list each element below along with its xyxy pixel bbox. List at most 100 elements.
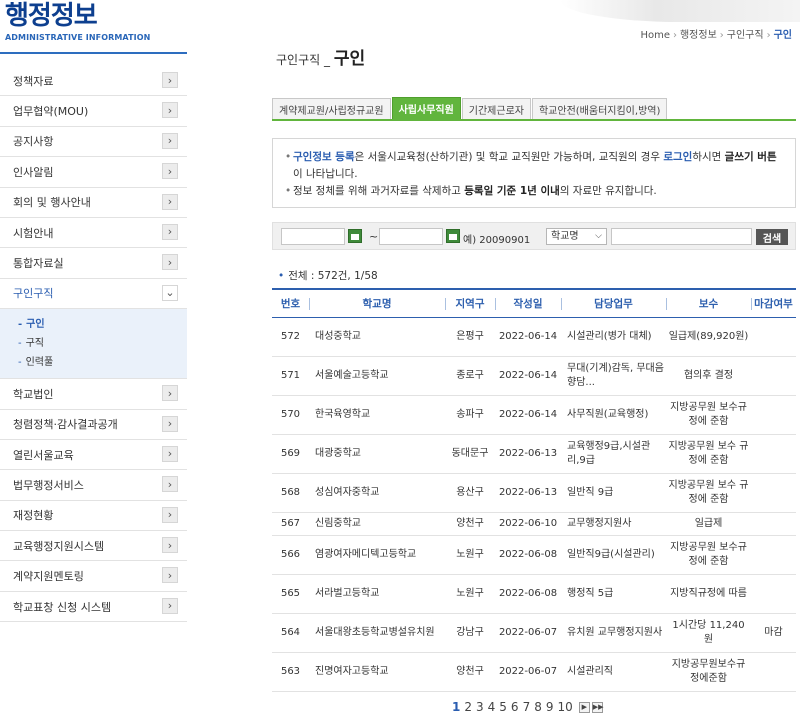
table-row[interactable]: 563 진명여자고등학교 양천구 2022-06-07 시설관리직 지방공무원보… <box>272 652 796 692</box>
sidebar-item[interactable]: 교육행정지원시스템 › <box>0 531 187 562</box>
sidebar-item[interactable]: 회의 및 행사안내 › <box>0 188 187 218</box>
tab-school-safety[interactable]: 학교안전(배움터지킴이,방역) <box>531 98 668 119</box>
cell-school-link[interactable]: 대성중학교 <box>309 317 445 357</box>
sidebar-item[interactable]: 공지사항 › <box>0 127 187 158</box>
search-button[interactable]: 검색 <box>756 229 788 245</box>
chevron-right-icon: › <box>162 254 178 271</box>
sidebar-item-label: 학교법인 <box>13 387 54 401</box>
sidebar-item[interactable]: 청렴정책·감사결과공개 › <box>0 410 187 440</box>
info-text-bold: 글쓰기 버튼 <box>724 151 777 163</box>
cell-school-link[interactable]: 대광중학교 <box>309 434 445 474</box>
table-row[interactable]: 564 서울대왕초등학교병설유치원 강남구 2022-06-07 유치원 교무행… <box>272 613 796 653</box>
calendar-icon[interactable] <box>446 229 460 243</box>
table-row[interactable]: 569 대광중학교 동대문구 2022-06-13 교육행정9급,시설관리,9급… <box>272 434 796 474</box>
table-row[interactable]: 566 염광여자메디텍고등학교 노원구 2022-06-08 일반직9급(시설관… <box>272 535 796 575</box>
chevron-right-icon: › <box>162 415 178 432</box>
bullet-icon: • <box>278 270 285 282</box>
cell-date: 2022-06-10 <box>495 512 561 536</box>
date-range-separator: ~ <box>369 230 379 243</box>
sidebar-item[interactable]: 법무행정서비스 › <box>0 470 187 501</box>
search-input[interactable] <box>611 228 752 245</box>
cell-school-link[interactable]: 서울예술고등학교 <box>309 356 445 396</box>
table-row[interactable]: 571 서울예술고등학교 종로구 2022-06-14 무대(기계)감독, 무대… <box>272 356 796 396</box>
end-date-input[interactable] <box>379 228 443 245</box>
page-link[interactable]: 5 <box>499 700 507 714</box>
cell-school-link[interactable]: 서라벌고등학교 <box>309 574 445 614</box>
info-login-link[interactable]: 로그인 <box>663 151 692 163</box>
cell-number: 566 <box>272 535 309 575</box>
page-title: 구인구직 _ 구인 <box>276 44 365 69</box>
sidebar-item[interactable]: 열린서울교육 › <box>0 440 187 471</box>
cell-school-link[interactable]: 염광여자메디텍고등학교 <box>309 535 445 575</box>
sidebar-item[interactable]: 통합자료실 › <box>0 248 187 279</box>
cell-school-link[interactable]: 한국육영학교 <box>309 395 445 435</box>
breadcrumb-home[interactable]: Home <box>640 30 670 41</box>
breadcrumb-level2[interactable]: 구인구직 <box>727 30 764 41</box>
submenu-item-label: 구직 <box>25 338 45 350</box>
table-row[interactable]: 565 서라벌고등학교 노원구 2022-06-08 행정직 5급 지방직규정에… <box>272 574 796 614</box>
cell-duty: 유치원 교무행정지원사 <box>561 613 666 653</box>
sidebar-item-job-board[interactable]: 구인구직 ⌄ <box>0 279 187 310</box>
sidebar-item-label: 교육행정지원시스템 <box>13 539 105 553</box>
page-link[interactable]: 4 <box>488 700 496 714</box>
table-row[interactable]: 567 신림중학교 양천구 2022-06-10 교무행정지원사 일급제 <box>272 512 796 536</box>
sidebar-item[interactable]: 인사알림 › <box>0 157 187 188</box>
page-link[interactable]: 6 <box>511 700 519 714</box>
table-row[interactable]: 572 대성중학교 은평구 2022-06-14 시설관리(병가 대체) 일급제… <box>272 317 796 357</box>
pagination: 1 2 3 4 5 6 7 8 9 10 ▶ ▶▶ <box>452 700 604 714</box>
sidebar-item[interactable]: 업무협약(MOU) › <box>0 96 187 127</box>
chevron-right-icon: › <box>162 132 178 149</box>
sidebar-item-label: 열린서울교육 <box>13 448 74 462</box>
page-link[interactable]: 2 <box>464 700 472 714</box>
sidebar-item-label: 청렴정책·감사결과공개 <box>13 418 118 432</box>
start-date-input[interactable] <box>281 228 345 245</box>
submenu-item-recruit[interactable]: - 구인 <box>18 315 187 334</box>
next-page-icon[interactable]: ▶ <box>578 701 590 713</box>
page-link[interactable]: 9 <box>546 700 554 714</box>
info-registration-link[interactable]: 구인정보 등록 <box>293 151 355 163</box>
page-link[interactable]: 7 <box>523 700 531 714</box>
cell-school-link[interactable]: 신림중학교 <box>309 512 445 536</box>
cell-school-link[interactable]: 진명여자고등학교 <box>309 652 445 692</box>
sidebar-item[interactable]: 시험안내 › <box>0 218 187 249</box>
calendar-icon[interactable] <box>348 229 362 243</box>
cell-pay: 지방직규정에 따름 <box>666 574 751 614</box>
sidebar-item[interactable]: 정책자료 › <box>0 66 187 97</box>
info-box: 구인정보 등록은 서울시교육청(산하기관) 및 학교 교직원만 가능하며, 교직… <box>272 138 796 208</box>
table-row[interactable]: 568 성심여자중학교 용산구 2022-06-13 일반직 9급 지방공무원 … <box>272 473 796 513</box>
breadcrumb-level1[interactable]: 행정정보 <box>680 30 717 41</box>
cell-number: 568 <box>272 473 309 513</box>
cell-school-link[interactable]: 성심여자중학교 <box>309 473 445 513</box>
submenu-item-job-seek[interactable]: - 구직 <box>18 334 187 353</box>
tab-private-office-staff[interactable]: 사립사무직원 <box>391 97 461 119</box>
cell-pay: 지방공무원 보수 규정에 준함 <box>666 473 751 513</box>
page-link[interactable]: 10 <box>557 700 572 714</box>
search-field-select[interactable]: 학교명 ⌵ <box>546 228 607 245</box>
cell-district: 양천구 <box>445 512 495 536</box>
page-link[interactable]: 3 <box>476 700 484 714</box>
page-link-current[interactable]: 1 <box>452 700 460 714</box>
cell-pay: 협의후 결정 <box>666 356 751 396</box>
cell-deadline: 마감 <box>751 613 796 653</box>
submenu-item-talent-pool[interactable]: - 인력풀 <box>18 353 187 372</box>
cell-pay: 일급제 <box>666 512 751 536</box>
sidebar-item[interactable]: 계약지원멘토링 › <box>0 561 187 592</box>
chevron-right-icon: › <box>162 193 178 210</box>
cell-school-link[interactable]: 서울대왕초등학교병설유치원 <box>309 613 445 653</box>
cell-deadline <box>751 652 796 692</box>
sidebar-item[interactable]: 재정현황 › <box>0 501 187 532</box>
last-page-icon[interactable]: ▶▶ <box>591 701 604 713</box>
page-link[interactable]: 8 <box>534 700 542 714</box>
sidebar-item[interactable]: 학교표창 신청 시스템 › <box>0 592 187 623</box>
chevron-right-icon: › <box>162 163 178 180</box>
table-row[interactable]: 570 한국육영학교 송파구 2022-06-14 사무직원(교육행정) 지방공… <box>272 395 796 435</box>
tab-contract-teachers[interactable]: 계약제교원/사립정규교원 <box>272 98 391 119</box>
cell-number: 570 <box>272 395 309 435</box>
submenu-item-label: 인력풀 <box>25 357 54 369</box>
chevron-right-icon: › <box>162 506 178 523</box>
info-text: 정보 정체를 위해 과거자료를 삭제하고 <box>293 185 465 197</box>
cell-district: 은평구 <box>445 317 495 357</box>
cell-district: 양천구 <box>445 652 495 692</box>
tab-fixed-term-workers[interactable]: 기간제근로자 <box>461 98 531 119</box>
sidebar-item[interactable]: 학교법인 › <box>0 379 187 410</box>
